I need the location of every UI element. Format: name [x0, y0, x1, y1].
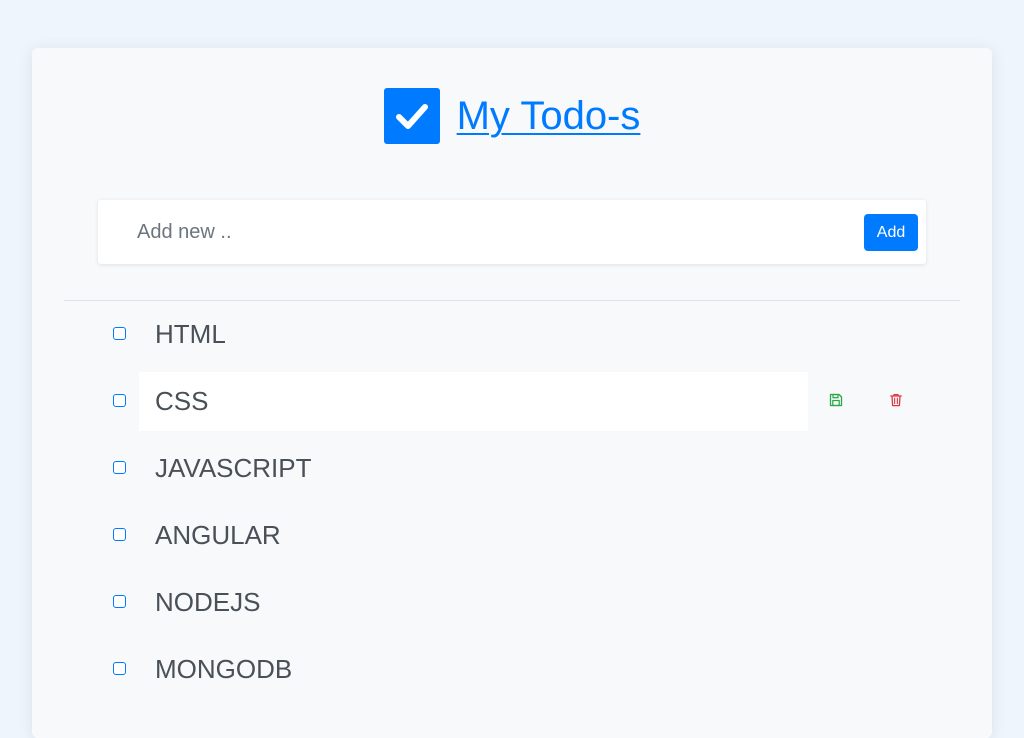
todo-item-mongodb: MONGODB	[32, 636, 992, 703]
todo-checkbox[interactable]	[113, 662, 126, 675]
new-todo-input[interactable]	[98, 200, 858, 264]
todo-checkbox[interactable]	[113, 394, 126, 407]
add-todo-form: Add	[98, 200, 926, 264]
todo-item-angular: ANGULAR	[32, 502, 992, 569]
todo-item-nodejs: NODEJS	[32, 569, 992, 636]
check-square-icon	[383, 88, 440, 144]
todo-checkbox[interactable]	[113, 461, 126, 474]
todo-item-css: CSS	[32, 368, 992, 435]
todo-label[interactable]: ANGULAR	[139, 506, 808, 565]
todo-label[interactable]: MONGODB	[139, 640, 808, 699]
todo-label[interactable]: JAVASCRIPT	[139, 439, 808, 498]
app-title[interactable]: My Todo-s	[457, 88, 641, 144]
todo-item-html: HTML	[32, 301, 992, 368]
todo-edit-field[interactable]: CSS	[139, 372, 808, 431]
app-header: My Todo-s	[32, 88, 992, 144]
todo-item-javascript: JAVASCRIPT	[32, 435, 992, 502]
save-icon[interactable]	[828, 392, 844, 408]
todo-checkbox[interactable]	[113, 327, 126, 340]
todo-card: My Todo-s Add HTML CSS	[32, 48, 992, 738]
todo-list: HTML CSS JAVASCRIPT ANGULAR NODEJS MONGO…	[32, 301, 992, 703]
add-button[interactable]: Add	[864, 214, 918, 251]
trash-icon[interactable]	[888, 392, 904, 408]
todo-checkbox[interactable]	[113, 528, 126, 541]
todo-checkbox[interactable]	[113, 595, 126, 608]
todo-label[interactable]: HTML	[139, 305, 808, 364]
todo-label[interactable]: NODEJS	[139, 573, 808, 632]
